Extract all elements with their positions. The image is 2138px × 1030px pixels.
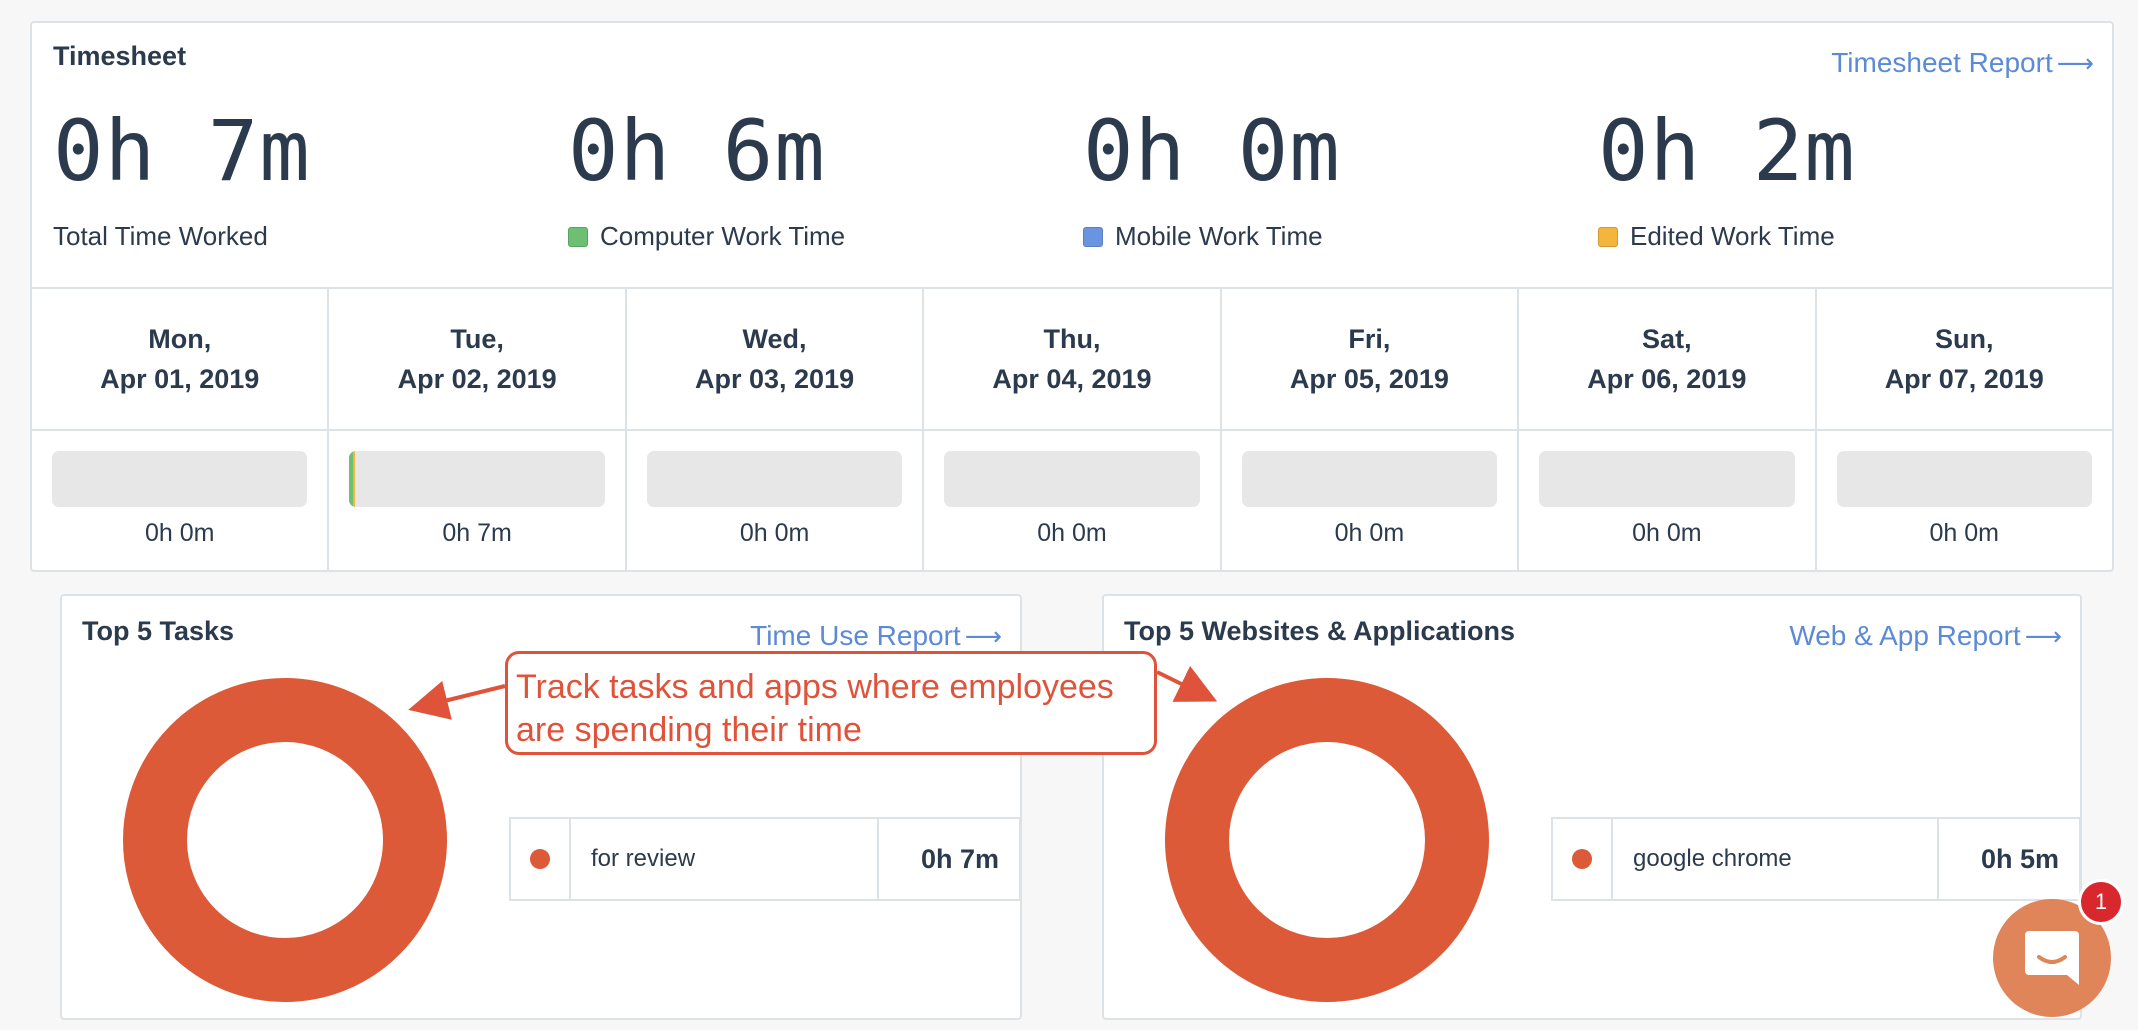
day-column[interactable]: Thu, Apr 04, 2019 0h 0m [924, 289, 1222, 572]
top-apps-panel: Top 5 Websites & Applications Web & App … [1102, 594, 2082, 1020]
top-tasks-title: Top 5 Tasks [82, 616, 235, 646]
stat-computer-time: 0h 6m Computer Work Time [568, 101, 1048, 252]
timesheet-title: Timesheet [53, 41, 187, 71]
stat-value: 0h 6m [568, 102, 826, 200]
day-header: Sun, Apr 07, 2019 [1816, 289, 2112, 431]
day-time-bar [349, 451, 605, 507]
app-time: 0h 5m [1980, 843, 2059, 874]
day-time-bar [52, 451, 308, 507]
stat-label: Computer Work Time [568, 221, 1048, 252]
day-time-bar [944, 451, 1200, 507]
day-time-bar [1241, 451, 1498, 507]
day-column[interactable]: Mon, Apr 01, 2019 0h 0m [32, 289, 330, 572]
stat-label: Mobile Work Time [1083, 221, 1563, 252]
arrow-right-icon: ⟶ [2024, 621, 2062, 651]
day-header: Tue, Apr 02, 2019 [329, 289, 625, 431]
week-days-grid: Mon, Apr 01, 2019 0h 0m Tue, Apr 02, 201… [32, 287, 2112, 572]
timesheet-report-link[interactable]: Timesheet Report ⟶ [1831, 47, 2094, 79]
legend-dot [1572, 849, 1592, 869]
apps-donut-chart[interactable] [1165, 678, 1489, 1002]
annotation-callout: Track tasks and apps where employees are… [505, 651, 1157, 755]
day-column[interactable]: Sun, Apr 07, 2019 0h 0m [1816, 289, 2112, 572]
day-total: 0h 0m [1632, 519, 1702, 547]
timesheet-report-label: Timesheet Report [1831, 47, 2053, 78]
timesheet-card: Timesheet Timesheet Report ⟶ 0h 7m Total … [30, 21, 2114, 572]
mobile-color-swatch [1083, 226, 1103, 247]
task-name: for review [571, 819, 879, 899]
donut-slice-for-review[interactable] [123, 678, 447, 1002]
day-time-bar [646, 451, 903, 507]
day-column[interactable]: Fri, Apr 05, 2019 0h 0m [1221, 289, 1520, 572]
chat-unread-badge: 1 [2078, 879, 2124, 925]
task-time: 0h 7m [920, 843, 999, 874]
task-legend-row[interactable]: for review 0h 7m [509, 817, 1021, 901]
day-column[interactable]: Sat, Apr 06, 2019 0h 0m [1519, 289, 1817, 572]
app-legend-row[interactable]: google chrome 0h 5m [1551, 817, 2081, 901]
computer-color-swatch [568, 226, 588, 247]
edited-time-segment [353, 451, 355, 507]
web-app-report-link[interactable]: Web & App Report ⟶ [1789, 620, 2062, 652]
arrow-right-icon: ⟶ [964, 621, 1002, 651]
top-apps-title: Top 5 Websites & Applications [1124, 616, 1516, 646]
stat-mobile-time: 0h 0m Mobile Work Time [1083, 101, 1563, 252]
day-header: Sat, Apr 06, 2019 [1519, 289, 1815, 431]
stat-label: Edited Work Time [1598, 221, 2078, 252]
stat-edited-time: 0h 2m Edited Work Time [1598, 101, 2078, 252]
day-column[interactable]: Tue, Apr 02, 2019 0h 7m [329, 289, 627, 572]
stat-value: 0h 0m [1083, 102, 1341, 200]
stat-value: 0h 2m [1598, 102, 1856, 200]
day-total: 0h 0m [1334, 519, 1405, 547]
edited-color-swatch [1598, 226, 1618, 247]
day-total: 0h 0m [739, 519, 810, 547]
day-header: Wed, Apr 03, 2019 [626, 289, 923, 431]
day-total: 0h 0m [144, 519, 215, 547]
donut-slice-google-chrome[interactable] [1165, 678, 1489, 1002]
legend-dot [530, 849, 550, 869]
day-time-bar [1539, 451, 1795, 507]
day-time-bar [1836, 451, 2092, 507]
day-header: Thu, Apr 04, 2019 [924, 289, 1220, 431]
time-use-report-link[interactable]: Time Use Report ⟶ [750, 620, 1002, 652]
stat-label: Total Time Worked [53, 221, 268, 251]
day-header: Mon, Apr 01, 2019 [32, 289, 328, 431]
chat-bubble-icon [2025, 931, 2079, 985]
day-header: Fri, Apr 05, 2019 [1221, 289, 1518, 431]
app-name: google chrome [1613, 819, 1939, 899]
day-column[interactable]: Wed, Apr 03, 2019 0h 0m [626, 289, 925, 572]
tasks-donut-chart[interactable] [123, 678, 447, 1002]
arrow-right-icon: ⟶ [2056, 48, 2094, 78]
stat-value: 0h 7m [53, 102, 311, 200]
stat-total-time: 0h 7m Total Time Worked [53, 101, 533, 252]
day-total: 0h 0m [1929, 519, 1999, 547]
day-total: 0h 0m [1037, 519, 1107, 547]
day-bar-fill [349, 451, 355, 507]
day-total: 0h 7m [442, 519, 512, 547]
